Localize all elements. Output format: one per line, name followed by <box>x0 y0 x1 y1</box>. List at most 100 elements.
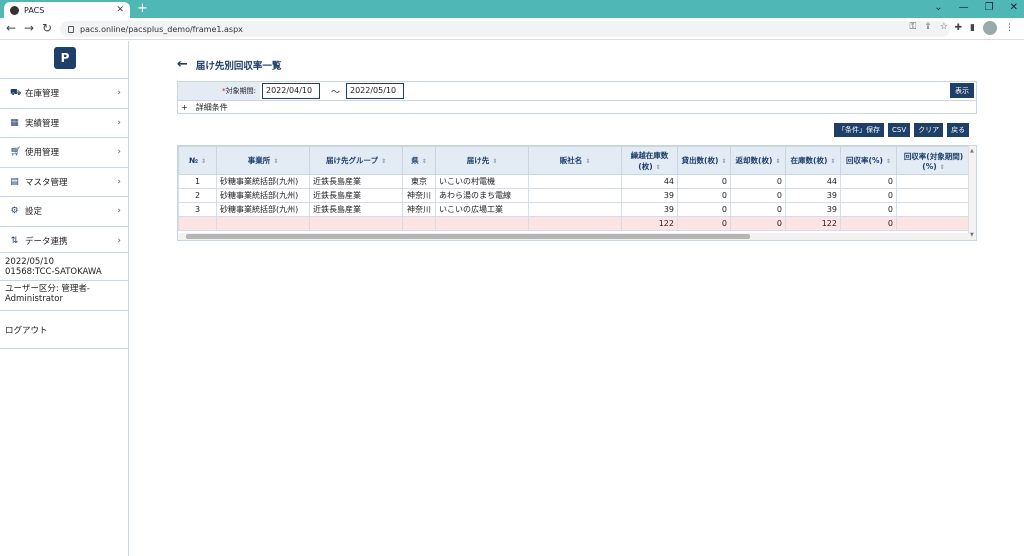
table-row[interactable]: 1 砂糖事業統括部(九州) 近鉄長島産業 東京 いこいの村電機 44 0 0 44 0 <box>178 174 971 189</box>
table-row[interactable]: 3 砂糖事業統括部(九州) 近鉄長島産業 神奈川 いこいの広場工業 39 0 0 39 0 <box>178 202 971 217</box>
table-row[interactable]: 2 砂糖事業統括部(九州) 近鉄長島産業 神奈川 あわら湯のまち電線 39 0 0 39 0 <box>178 188 971 203</box>
table-cell: 0 <box>730 188 786 203</box>
csv-button[interactable]: CSV <box>888 123 911 137</box>
sort-icon[interactable]: ⇕ <box>492 158 497 165</box>
table-cell <box>896 216 971 231</box>
sort-icon[interactable]: ⇕ <box>775 158 780 165</box>
detail-conditions-toggle[interactable]: + 詳細条件 <box>177 101 977 114</box>
clear-button[interactable]: クリア <box>914 123 944 137</box>
scroll-down-icon[interactable]: ▼ <box>970 232 974 238</box>
sort-icon[interactable]: ⇕ <box>585 158 590 165</box>
back-nav-icon[interactable]: ← <box>6 21 16 35</box>
page-header: ← 届け先別回収率一覧 <box>177 57 281 72</box>
side-panel-icon[interactable]: ▮ <box>970 23 975 33</box>
chevron-right-icon: › <box>117 235 121 246</box>
column-header[interactable]: 回収率(対象期間)(%) ⇕ <box>896 146 971 175</box>
browser-tab[interactable]: PACS ✕ <box>4 2 130 18</box>
table-cell: 0 <box>840 174 897 189</box>
sidebar-item-settings[interactable]: ⚙ 設定 › <box>0 196 128 226</box>
star-icon[interactable]: ☆ <box>940 22 948 32</box>
session-user: 01568:TCC-SATOKAWA <box>5 267 102 277</box>
table-cell: 近鉄長島産業 <box>309 202 403 217</box>
horizontal-scrollbar[interactable] <box>178 233 970 240</box>
table-cell: 砂糖事業統括部(九州) <box>216 188 310 203</box>
table-cell: 0 <box>840 188 897 203</box>
sort-icon[interactable]: ⇕ <box>381 158 386 165</box>
page-title: 届け先別回収率一覧 <box>195 60 282 72</box>
column-header[interactable]: 届け先 ⇕ <box>435 146 529 175</box>
close-window-icon[interactable]: ✕ <box>1010 2 1018 13</box>
column-header[interactable]: 回収率(%) ⇕ <box>840 146 897 175</box>
favicon-icon <box>10 5 19 15</box>
tab-search-icon[interactable]: ⌄ <box>934 2 942 13</box>
table-cell <box>528 216 622 231</box>
save-conditions-button[interactable]: 「条件」保存 <box>834 123 884 137</box>
new-tab-button[interactable]: + <box>137 1 148 17</box>
forward-nav-icon[interactable]: → <box>24 21 34 35</box>
sidebar-item-label: データ連携 <box>25 236 68 247</box>
table-cell <box>896 188 971 203</box>
url-field[interactable]: pacs.online/pacsplus_demo/frame1.aspx <box>60 21 950 37</box>
show-button[interactable]: 表示 <box>950 83 974 98</box>
sort-icon[interactable]: ⇕ <box>656 164 661 171</box>
sort-icon[interactable]: ⇕ <box>422 158 427 165</box>
date-to-input[interactable]: 2022/05/10 <box>346 83 404 99</box>
sidebar-item-inventory[interactable]: ⛟ 在庫管理 › <box>0 78 128 108</box>
key-icon[interactable]: ⚿ <box>910 22 917 32</box>
chevron-right-icon: › <box>117 206 121 217</box>
logout-link[interactable]: ログアウト <box>0 311 128 349</box>
column-header[interactable]: 販社名 ⇕ <box>528 146 622 175</box>
minimize-icon[interactable]: — <box>959 2 969 13</box>
sort-icon[interactable]: ⇕ <box>886 158 891 165</box>
column-header[interactable]: 貸出数(枚) ⇕ <box>677 146 731 175</box>
column-header[interactable]: 繰越在庫数(枚) ⇕ <box>621 146 678 175</box>
sort-icon[interactable]: ⇕ <box>940 164 945 171</box>
profile-avatar[interactable] <box>983 21 997 35</box>
sidebar-item-label: マスタ管理 <box>25 177 68 188</box>
reload-icon[interactable]: ↻ <box>42 21 52 35</box>
period-label: * 対象期間: <box>178 82 260 100</box>
extensions-icon[interactable]: ✚ <box>955 23 963 33</box>
sidebar-item-usage[interactable]: 🛒︎ 使用管理 › <box>0 137 128 167</box>
vertical-scrollbar[interactable]: ▲ ▼ <box>968 146 976 240</box>
table-cell: あわら湯のまち電線 <box>435 188 529 203</box>
horizontal-scroll-thumb[interactable] <box>186 234 750 239</box>
restore-icon[interactable]: ❐ <box>985 2 994 13</box>
total-row[interactable]: 122 0 0 122 0 <box>178 216 971 231</box>
sidebar-item-master[interactable]: ▤ マスタ管理 › <box>0 166 128 197</box>
close-tab-icon[interactable]: ✕ <box>116 5 124 15</box>
sort-icon[interactable]: ⇕ <box>273 158 278 165</box>
column-header[interactable]: № ⇕ <box>178 146 217 175</box>
menu-dots-icon[interactable]: ⋮ <box>1005 23 1014 33</box>
date-from-input[interactable]: 2022/04/10 <box>262 83 320 99</box>
sidebar-item-label: 実績管理 <box>25 118 60 129</box>
table-cell: 122 <box>785 216 841 231</box>
column-header[interactable]: 事業所 ⇕ <box>216 146 310 175</box>
sort-icon[interactable]: ⇕ <box>830 158 835 165</box>
table-cell: 0 <box>677 202 731 217</box>
scroll-up-icon[interactable]: ▲ <box>970 148 974 154</box>
action-bar: 「条件」保存 CSV クリア 戻る <box>834 123 970 137</box>
period-label-text: 対象期間: <box>225 87 256 95</box>
table-cell: いこいの広場工業 <box>435 202 529 217</box>
column-header[interactable]: 届け先グループ ⇕ <box>309 146 403 175</box>
column-header-label: 届け先 <box>466 156 490 165</box>
column-header-label: 繰越在庫数(枚) <box>630 150 669 171</box>
share-icon[interactable]: ⇪ <box>924 22 932 32</box>
sort-icon[interactable]: ⇕ <box>201 158 206 165</box>
column-header[interactable]: 在庫数(枚) ⇕ <box>785 146 841 175</box>
sidebar-item-label: 設定 <box>25 207 43 218</box>
app-logo[interactable]: P <box>54 47 76 69</box>
back-button[interactable]: 戻る <box>947 123 970 137</box>
table-cell: 近鉄長島産業 <box>309 174 403 189</box>
sidebar-item-results[interactable]: ▦ 実績管理 › <box>0 107 128 138</box>
sidebar-item-data-link[interactable]: ⇅ データ連携 › <box>0 225 128 256</box>
table-cell <box>528 174 622 189</box>
column-header-label: 返却数(枚) <box>735 156 773 165</box>
table-cell <box>216 216 310 231</box>
back-arrow-icon[interactable]: ← <box>177 57 188 72</box>
column-header[interactable]: 県 ⇕ <box>402 146 436 175</box>
column-header[interactable]: 返却数(枚) ⇕ <box>730 146 786 175</box>
sort-icon[interactable]: ⇕ <box>721 158 726 165</box>
tab-title: PACS <box>24 5 45 15</box>
